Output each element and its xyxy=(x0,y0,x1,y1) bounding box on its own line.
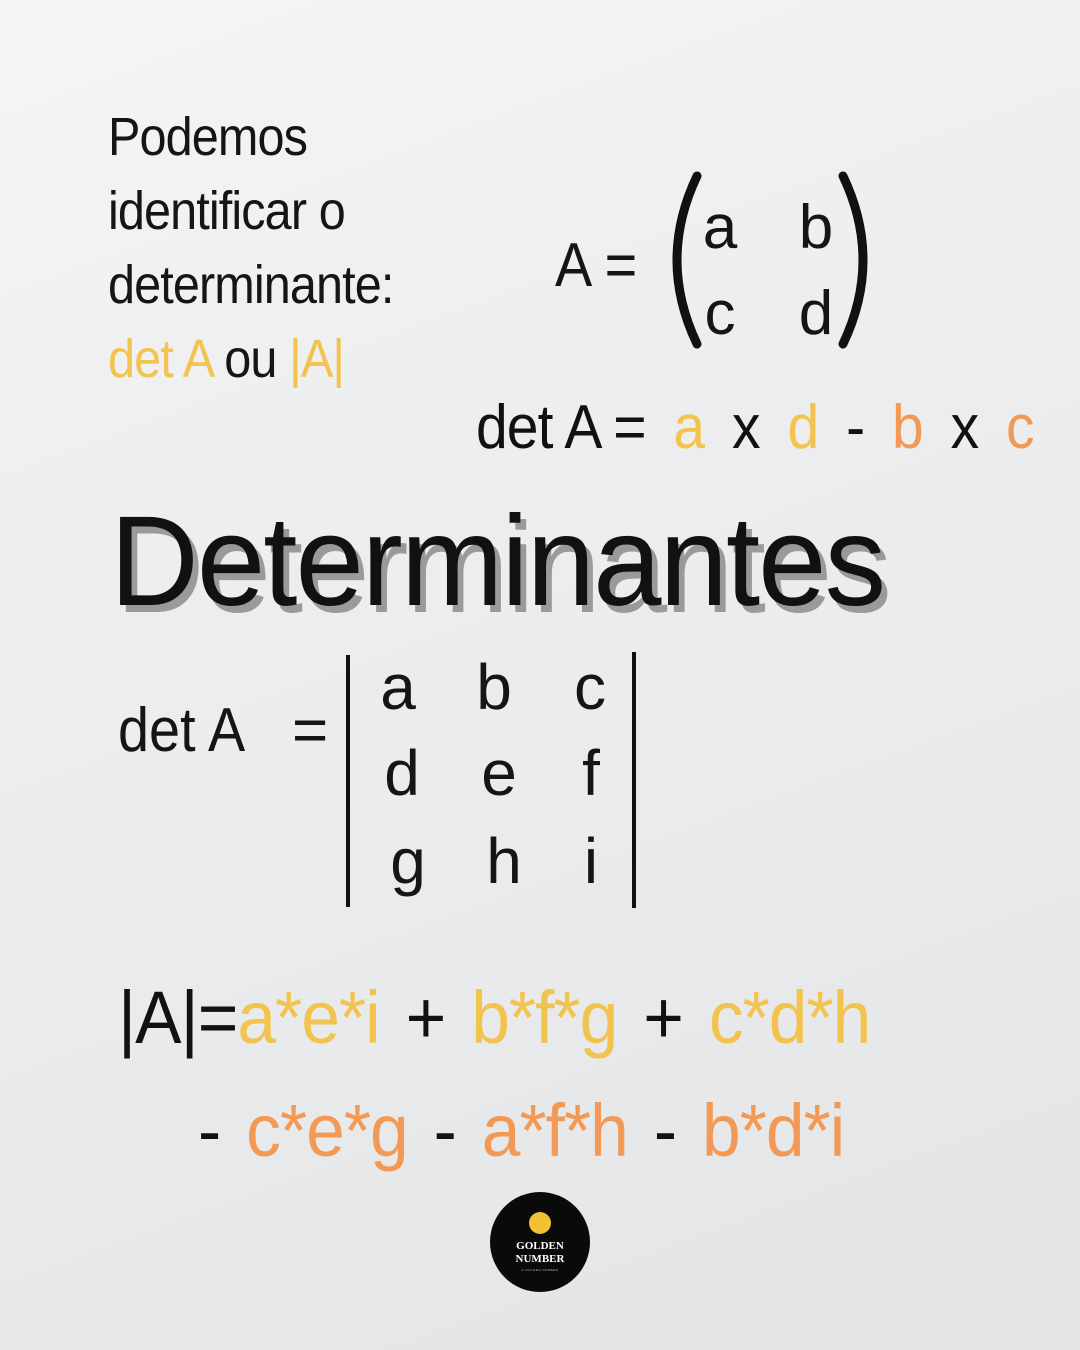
minus-3: - xyxy=(653,1089,677,1172)
matrix3-cell-i: i xyxy=(583,825,599,897)
matrix3-cell-e: e xyxy=(481,737,517,809)
logo-line-2: NUMBER xyxy=(515,1253,565,1265)
minus-2: - xyxy=(433,1089,457,1172)
det2-lhs: det A = xyxy=(476,393,647,462)
term-aei: a*e*i xyxy=(237,976,380,1059)
matrix3-cell-h: h xyxy=(486,825,522,897)
matrix3-cell-g: g xyxy=(390,825,426,897)
matrix2-cell-c: c xyxy=(704,279,736,348)
notation-det: det A xyxy=(108,329,213,389)
matrix2-lhs: A = xyxy=(555,231,638,300)
matrix3-cell-f: f xyxy=(582,737,600,809)
det3-abs-eq: |A|= xyxy=(118,976,238,1059)
plus-2: + xyxy=(643,976,684,1059)
det3-right-bar xyxy=(632,652,636,908)
notation-line: det A ou |A| xyxy=(108,322,393,396)
logo-line-1: GOLDEN xyxy=(516,1240,564,1252)
det2-part-d: d xyxy=(787,393,819,462)
minus-1: - xyxy=(198,1089,221,1172)
matrix3-cell-d: d xyxy=(384,737,420,809)
matrix3-cell-b: b xyxy=(476,651,512,723)
intro-line-1: Podemos xyxy=(108,107,308,167)
det2-part-c: c xyxy=(1006,393,1035,462)
det2-part-times-2: x xyxy=(950,393,980,462)
det2-part-a: a xyxy=(673,393,705,462)
notation-abs: |A| xyxy=(289,329,345,389)
det2-part-times-1: x xyxy=(732,393,761,462)
notation-or: ou xyxy=(224,329,277,389)
right-paren-icon xyxy=(837,170,887,350)
logo-name: GOLDEN NUMBER xyxy=(490,1240,590,1266)
det3-formula-line-1: |A|=a*e*i + b*f*g + c*d*h xyxy=(118,975,878,1060)
term-cdh: c*d*h xyxy=(708,976,872,1059)
term-afh: a*f*h xyxy=(481,1089,629,1172)
logo-tagline: A GOLDEN NUMBER xyxy=(521,1268,559,1272)
intro-line-3: determinante: xyxy=(108,255,394,315)
intro-line-2: identificar o xyxy=(108,181,346,241)
matrix3-cell-c: c xyxy=(574,651,606,723)
matrix-2x2: A = a b c d xyxy=(555,170,895,360)
sun-icon xyxy=(529,1212,551,1234)
det3-formula-line-2: - c*e*g - a*f*h - b*d*i xyxy=(198,1088,852,1173)
matrix3-cell-a: a xyxy=(380,651,416,723)
det2-part-b: b xyxy=(891,393,924,462)
intro-text: Podemos identificar o determinante: det … xyxy=(108,100,394,396)
term-bfg: b*f*g xyxy=(471,976,618,1059)
term-ceg: c*e*g xyxy=(246,1089,409,1172)
det2-part-minus: - xyxy=(846,393,865,462)
golden-number-logo: GOLDEN NUMBER A GOLDEN NUMBER xyxy=(490,1192,590,1292)
det3-equals: = xyxy=(292,696,329,765)
matrix2-cell-a: a xyxy=(702,193,738,262)
page-title: Determinantes xyxy=(110,490,886,633)
term-bdi: b*d*i xyxy=(701,1089,845,1172)
plus-1: + xyxy=(405,976,447,1059)
det3-left-bar xyxy=(346,655,350,907)
det2-formula: det A = a x d - b x c xyxy=(476,392,1047,463)
det3-lhs: det A xyxy=(118,696,246,765)
